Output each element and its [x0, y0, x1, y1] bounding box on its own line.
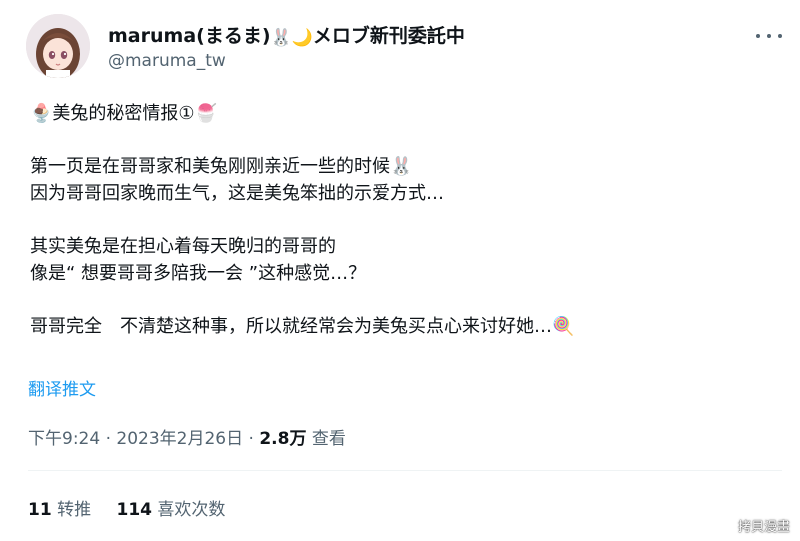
watermark: 拷貝漫畫: [737, 520, 790, 535]
more-options-button[interactable]: [756, 26, 782, 46]
views-count: 2.8万: [259, 429, 307, 449]
tweet-meta: 下午9:24 · 2023年2月26日 · 2.8万 查看: [28, 424, 346, 449]
more-horizontal-icon: [778, 34, 782, 38]
meta-separator: ·: [248, 429, 260, 449]
author-name-suffix: メロブ新刊委託中: [312, 25, 465, 47]
more-horizontal-icon: [756, 34, 760, 38]
tweet-text: 🍨美兔的秘密情报①🍧 第一页是在哥哥家和美兔刚刚亲近一些的时候🐰 因为哥哥回家晚…: [30, 100, 770, 340]
shaved-ice-emoji: 🍧: [194, 103, 217, 124]
more-horizontal-icon: [767, 34, 771, 38]
tweet-line-2: 第一页是在哥哥家和美兔刚刚亲近一些的时候🐰: [30, 153, 770, 180]
tweet-line-1-text: 美兔的秘密情报①: [52, 103, 195, 124]
divider: [28, 470, 782, 471]
tweet-line-4: 其实美兔是在担心着每天晚归的哥哥的: [30, 236, 336, 257]
tweet-line-2-text: 第一页是在哥哥家和美兔刚刚亲近一些的时候: [30, 156, 390, 177]
tweet-date[interactable]: 2023年2月26日: [116, 429, 243, 449]
retweets-stat[interactable]: 11 转推: [28, 500, 96, 520]
tweet-line-6: 哥哥完全 不清楚这种事，所以就经常会为美兔买点心来讨好她…🍭: [30, 313, 770, 340]
rabbit-emoji: 🐰: [390, 156, 413, 177]
likes-count: 114: [116, 500, 152, 520]
tweet-stats: 11 转推 114 喜欢次数: [28, 495, 245, 520]
likes-label: 喜欢次数: [157, 500, 226, 520]
lollipop-emoji: 🍭: [552, 316, 575, 337]
retweets-label: 转推: [57, 500, 92, 520]
tweet-line-1: 🍨美兔的秘密情报①🍧: [30, 100, 770, 127]
tweet-time[interactable]: 下午9:24: [28, 429, 100, 449]
tweet-line-3: 因为哥哥回家晚而生气，这是美兔笨拙的示爱方式…: [30, 183, 444, 204]
avatar[interactable]: [26, 14, 90, 78]
author-name-emojis: 🐰🌙: [270, 28, 313, 48]
retweets-count: 11: [28, 500, 52, 520]
tweet-line-5: 像是“ 想要哥哥多陪我一会 ”这种感觉…？: [30, 263, 367, 284]
tweet-line-6-text: 哥哥完全 不清楚这种事，所以就经常会为美兔买点心来讨好她…: [30, 316, 552, 337]
author-name: maruma(まるま): [108, 25, 271, 47]
ice-cream-emoji: 🍨: [30, 103, 53, 124]
author-handle[interactable]: @maruma_tw: [108, 51, 226, 71]
meta-separator: ·: [105, 429, 117, 449]
views-label: 查看: [311, 429, 346, 449]
author-display-name[interactable]: maruma(まるま)🐰🌙メロブ新刊委託中: [108, 21, 465, 48]
avatar-illustration: [26, 14, 90, 78]
translate-tweet-link[interactable]: 翻译推文: [28, 375, 96, 400]
likes-stat[interactable]: 114 喜欢次数: [116, 500, 225, 520]
